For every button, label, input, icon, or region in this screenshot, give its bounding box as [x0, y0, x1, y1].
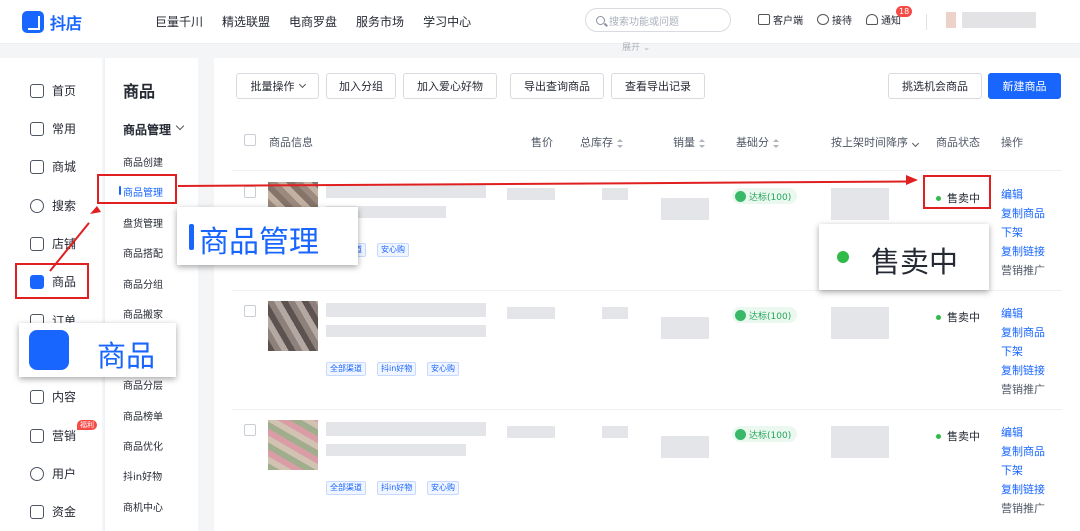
- callout-product-management: 商品管理: [177, 207, 358, 265]
- callout-selling: 售卖中: [819, 224, 989, 290]
- status-dot-icon: [837, 251, 849, 263]
- product-bag-icon: [29, 330, 69, 370]
- active-indicator: [189, 224, 194, 250]
- callout-management-text: 商品管理: [199, 225, 319, 260]
- arrow-head-icon: [90, 206, 101, 214]
- callout-product-text: 商品: [97, 339, 156, 373]
- arrow-head-icon: [906, 175, 918, 185]
- callout-selling-text: 售卖中: [871, 245, 959, 279]
- callout-product: 商品: [19, 323, 176, 377]
